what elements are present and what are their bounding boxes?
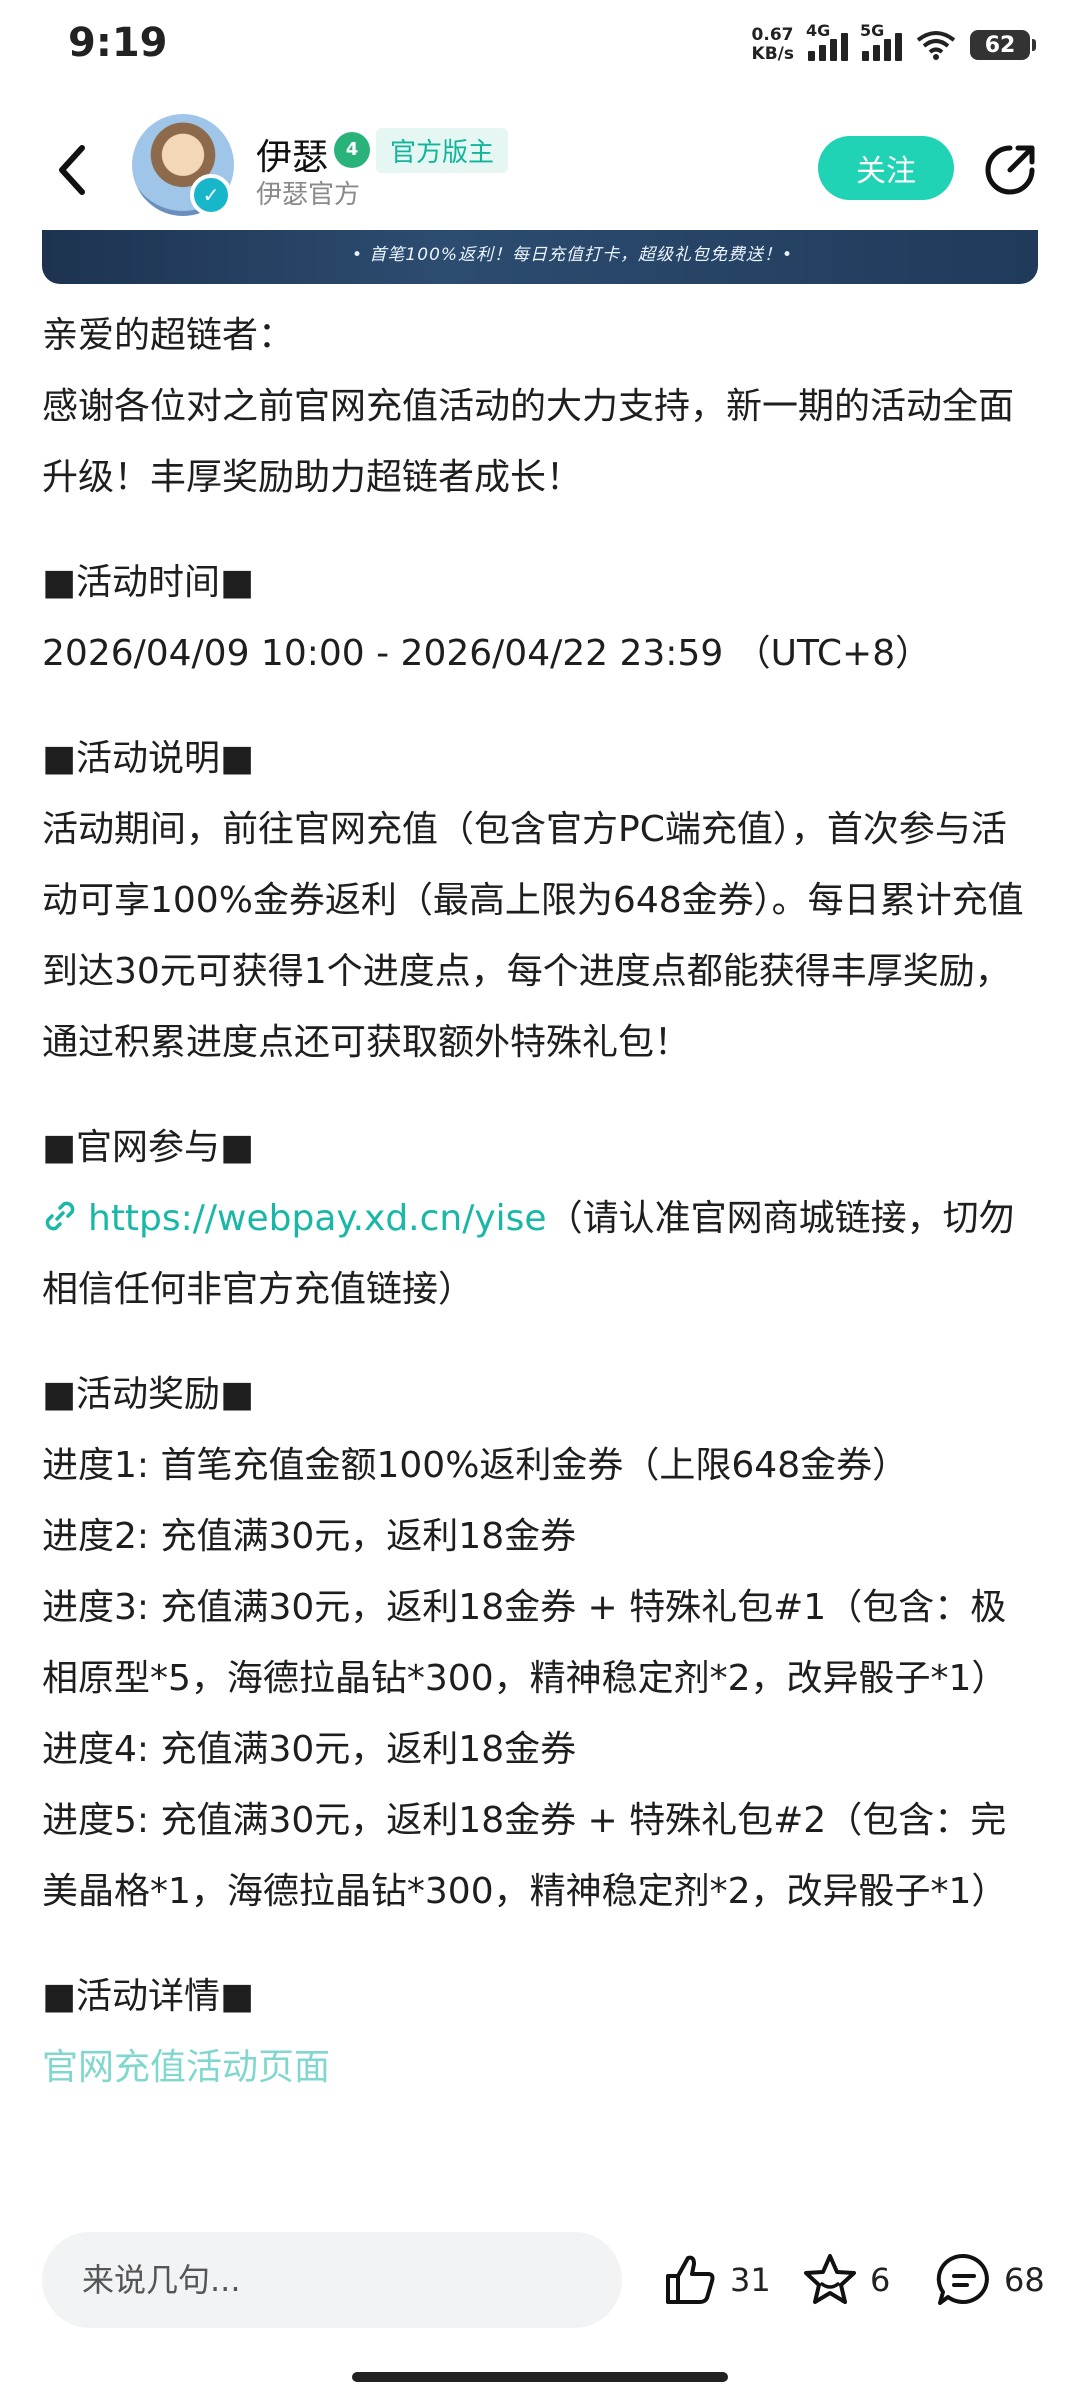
reward-item: 进度1: 首笔充值金额100%返利金券（上限648金券）: [42, 1445, 909, 1486]
comment-bubble-icon: [936, 2253, 989, 2305]
rewards-heading: ■活动奖励■: [42, 1374, 255, 1415]
comment-input[interactable]: [42, 2232, 622, 2328]
reward-item: 进度4: 充值满30元，返利18金券: [42, 1729, 577, 1770]
link-icon: [45, 1201, 75, 1231]
wifi-icon: [916, 31, 956, 60]
webpay-link[interactable]: https://webpay.xd.cn/yise: [88, 1198, 547, 1239]
comment-button[interactable]: 68: [934, 2250, 1045, 2310]
author-name[interactable]: 伊瑟: [256, 128, 328, 180]
intro-text: 感谢各位对之前官网充值活动的大力支持，新一期的活动全面升级！丰厚奖励助力超链者成…: [42, 386, 1015, 498]
star-icon: [804, 2254, 856, 2304]
signal-4g-icon: 4G: [806, 21, 848, 61]
time-text: 2026/04/09 10:00 - 2026/04/22 23:59 （UTC…: [42, 633, 932, 674]
reward-item: 进度2: 充值满30元，返利18金券: [42, 1516, 577, 1557]
status-bar: 9:19 0.67 KB/s 4G 5G 62: [0, 0, 1080, 90]
like-button[interactable]: 31: [660, 2250, 771, 2310]
description-heading: ■活动说明■: [42, 738, 255, 779]
home-indicator[interactable]: [352, 2372, 728, 2382]
status-time: 9:19: [68, 20, 168, 66]
level-badge: 4: [334, 132, 370, 168]
details-link[interactable]: 官网充值活动页面: [42, 2032, 1042, 2103]
banner-image: • 首笔100%返利！每日充值打卡，超级礼包免费送！•: [42, 230, 1038, 284]
status-icons: 0.67 KB/s 4G 5G 62: [751, 21, 1036, 68]
post-header: ✓ 伊瑟 4 官方版主 伊瑟官方 关注: [0, 110, 1080, 230]
back-arrow-icon[interactable]: [48, 140, 98, 200]
banner-text: • 首笔100%返利！每日充值打卡，超级礼包免费送！•: [352, 245, 794, 265]
join-paragraph: https://webpay.xd.cn/yise（请认准官网商城链接，切勿相信…: [42, 1183, 1042, 1325]
follow-button[interactable]: 关注: [818, 136, 954, 200]
network-speed: 0.67 KB/s: [751, 25, 794, 64]
join-heading: ■官网参与■: [42, 1127, 255, 1168]
favorite-button[interactable]: 6: [800, 2250, 890, 2310]
details-heading: ■活动详情■: [42, 1976, 255, 2017]
reward-item: 进度5: 充值满30元，返利18金券 + 特殊礼包#2（包含：完美晶格*1，海德…: [42, 1800, 1008, 1912]
bottom-action-bar: 31 6 68: [0, 2200, 1080, 2400]
time-heading: ■活动时间■: [42, 562, 255, 603]
greeting-text: 亲爱的超链者：: [42, 315, 295, 356]
author-subtitle: 伊瑟官方: [256, 180, 361, 210]
comment-count: 68: [1004, 2261, 1045, 2299]
verified-check-icon: ✓: [190, 174, 232, 216]
like-count: 31: [730, 2261, 771, 2299]
share-icon[interactable]: [980, 140, 1040, 200]
reward-item: 进度3: 充值满30元，返利18金券 + 特殊礼包#1（包含：极相原型*5，海德…: [42, 1587, 1008, 1699]
thumbs-up-icon: [666, 2255, 715, 2304]
description-text: 活动期间，前往官网充值（包含官方PC端充值），首次参与活动可享100%金券返利（…: [42, 809, 1024, 1063]
favorite-count: 6: [870, 2261, 891, 2299]
official-moderator-badge: 官方版主: [376, 128, 509, 173]
post-content: 亲爱的超链者： 感谢各位对之前官网充值活动的大力支持，新一期的活动全面升级！丰厚…: [42, 300, 1042, 2103]
signal-5g-icon: 5G: [860, 21, 902, 61]
battery-icon: 62: [970, 30, 1036, 60]
